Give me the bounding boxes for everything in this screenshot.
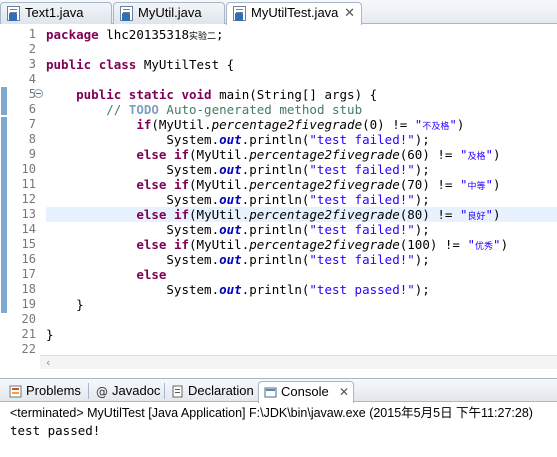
line-number: 19 [21,297,36,311]
console-output: test passed! [10,423,101,438]
code-line: System.out.println("test failed!"); [46,162,430,177]
tab-divider [164,383,165,399]
tab-label: MyUtil.java [138,5,202,20]
svg-text:@: @ [96,385,108,398]
tab-label: MyUtilTest.java [251,5,339,20]
code-line: } [46,297,84,312]
code-line: } [46,327,54,342]
line-number: 18 [21,282,36,296]
line-number: 2 [28,42,36,56]
line-number: 13 [21,207,36,221]
line-number: 9 [28,147,36,161]
line-number: 3 [28,57,36,71]
at-icon: @ [96,385,108,398]
problems-icon [9,385,22,398]
tab-divider [88,383,89,399]
tab-console[interactable]: Console ✕ [258,381,354,403]
declaration-icon [172,385,183,398]
scroll-left-icon[interactable]: ‹ [46,356,50,370]
code-line: if(MyUtil.percentage2fivegrade(0) != "不及… [136,117,465,132]
line-number: 17 [21,267,36,281]
line-number: 14 [21,222,36,236]
editor-tab-bar: Text1.java MyUtil.java MyUtilTest.java ✕ [0,0,557,25]
console-icon [264,387,277,398]
code-line: else if(MyUtil.percentage2fivegrade(60) … [136,147,501,162]
code-line: System.out.println("test failed!"); [46,192,430,207]
overview-ruler [0,25,8,370]
tab-problems[interactable]: Problems [4,381,86,402]
tab-label: Console [281,384,329,399]
tab-label: Text1.java [25,5,84,20]
line-number: 16 [21,252,36,266]
tab-label: Declaration [188,383,254,398]
code-line: package lhc20135318实验二; [46,27,224,42]
code-line: System.out.println("test passed!"); [46,282,430,297]
code-line: public class MyUtilTest { [46,57,235,72]
line-number: 12 [21,192,36,206]
close-icon[interactable]: ✕ [339,382,349,402]
fold-collapse-icon[interactable] [34,89,43,98]
line-number: 8 [28,132,36,146]
line-number: 15 [21,237,36,251]
close-icon[interactable]: ✕ [344,3,355,23]
horizontal-scrollbar[interactable]: ‹ [40,355,557,369]
line-number: 11 [21,177,36,191]
current-code-line: else if(MyUtil.percentage2fivegrade(80) … [46,207,557,222]
code-editor[interactable]: 1 2 3 4 5 6 7 8 9 10 11 12 13 14 15 16 1… [0,25,557,370]
console-status: <terminated> MyUtilTest [Java Applicatio… [10,406,533,420]
code-line: // TODO Auto-generated method stub [46,102,363,117]
view-tab-bar: Problems @ Javadoc Declaration Console ✕ [0,378,557,403]
line-number: 22 [21,342,36,356]
java-file-icon [233,6,246,21]
quick-diff-marker [1,87,7,115]
tab-label: Javadoc [112,383,161,398]
tab-text1-java[interactable]: Text1.java [0,2,112,24]
tab-myutiltest-java[interactable]: MyUtilTest.java ✕ [226,2,362,25]
line-number: 4 [28,72,36,86]
line-number: 5 [28,87,36,101]
code-line: else if(MyUtil.percentage2fivegrade(100)… [136,237,509,252]
line-number-gutter: 1 2 3 4 5 6 7 8 9 10 11 12 13 14 15 16 1… [8,25,40,370]
code-line: public static void main(String[] args) { [76,87,378,102]
line-number: 7 [28,117,36,131]
code-line: System.out.println("test failed!"); [46,222,430,237]
tab-myutil-java[interactable]: MyUtil.java [113,2,225,24]
console-view[interactable]: <terminated> MyUtilTest [Java Applicatio… [0,403,557,457]
java-file-icon [7,6,20,21]
tab-javadoc[interactable]: @ Javadoc [90,381,162,402]
tab-label: Problems [26,383,81,398]
code-line: else if(MyUtil.percentage2fivegrade(70) … [136,177,501,192]
line-number: 21 [21,327,36,341]
quick-diff-marker [1,117,7,313]
code-line: else [136,267,167,282]
java-file-icon [120,6,133,21]
line-number: 1 [28,27,36,41]
line-number: 10 [21,162,36,176]
line-number: 20 [21,312,36,326]
code-area[interactable]: package lhc20135318实验二; public class MyU… [46,25,557,370]
tab-declaration[interactable]: Declaration [166,381,256,402]
code-line: System.out.println("test failed!"); [46,252,430,267]
code-line: System.out.println("test failed!"); [46,132,430,147]
line-number: 6 [28,102,36,116]
